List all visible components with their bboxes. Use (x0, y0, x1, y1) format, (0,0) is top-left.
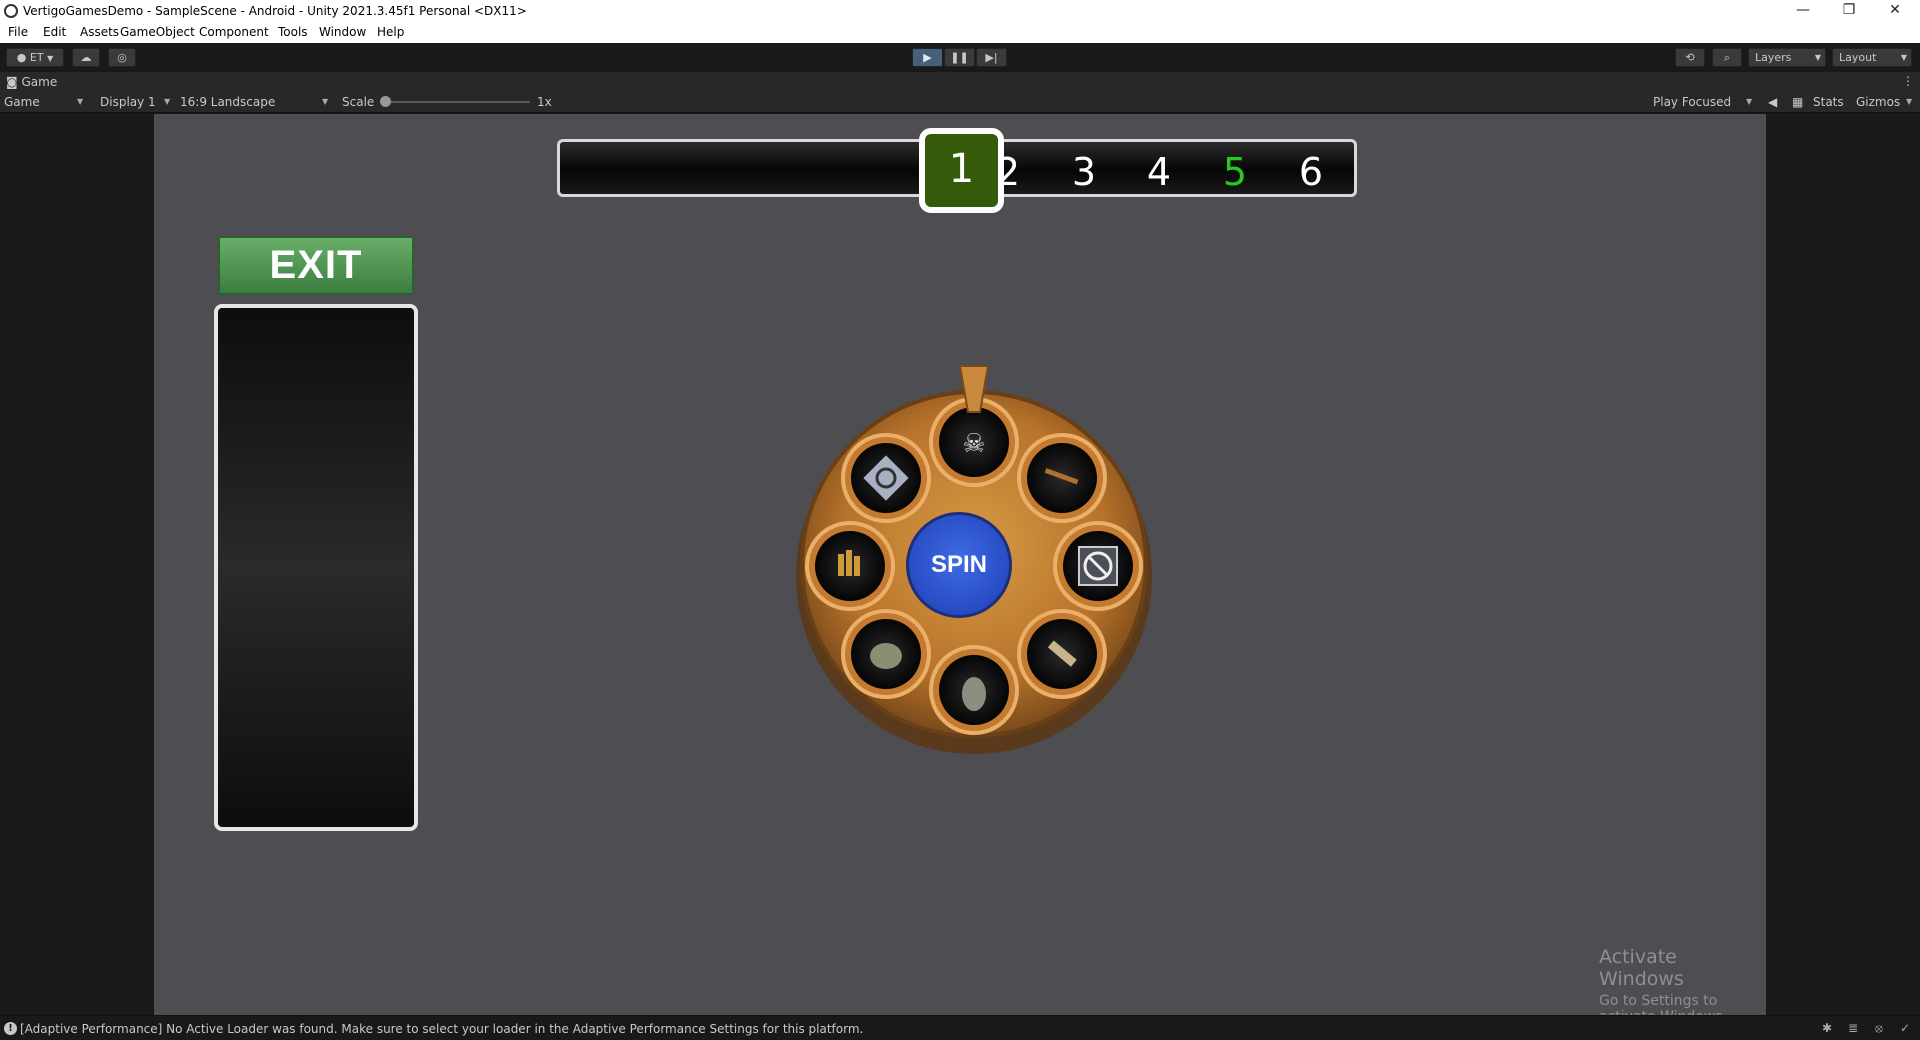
grenade-icon (870, 643, 902, 669)
collab-icon: ◎ (117, 51, 127, 64)
chevron-down-icon: ▼ (1814, 53, 1821, 62)
exit-button[interactable]: EXIT (218, 236, 414, 295)
wheel-slot (1017, 609, 1107, 699)
cloud-button[interactable]: ☁ (72, 48, 100, 67)
panel-tab-strip: ◙ Game ⋮ (0, 72, 1920, 91)
mute-audio-icon[interactable]: ◀ (1768, 95, 1777, 109)
scale-label: Scale (342, 95, 375, 109)
wheel-slot (805, 521, 895, 611)
scale-value: 1x (537, 95, 552, 109)
keyboard-icon[interactable]: ▦ (1792, 95, 1803, 109)
chevron-down-icon: ▼ (1746, 97, 1753, 106)
menu-window[interactable]: Window (319, 25, 366, 39)
level-number-highlight: 5 (1222, 150, 1248, 194)
chevron-down-icon: ▼ (47, 54, 54, 63)
search-button[interactable]: ⌕ (1712, 48, 1742, 67)
play-focused-dropdown[interactable]: Play Focused (1653, 95, 1731, 109)
layout-label: Layout (1839, 51, 1877, 64)
network-icon[interactable]: ⦻ (1872, 1021, 1886, 1035)
cloud-icon: ☁ (80, 51, 92, 64)
menu-file[interactable]: File (8, 25, 28, 39)
main-toolbar: ● ET ▼ ☁ ◎ ▶ ❚❚ ▶| ⟲ ⌕ Layers ▼ Layout ▼ (0, 43, 1920, 72)
stats-button[interactable]: Stats (1813, 95, 1844, 109)
chevron-down-icon: ▼ (1900, 53, 1907, 62)
wheel-slot (1053, 521, 1143, 611)
chevron-down-icon: ▼ (1906, 97, 1913, 106)
watermark-subtitle: Go to Settings to activate Windows. (1599, 993, 1727, 1015)
current-level-indicator: 1 (919, 128, 1004, 213)
more-options-icon[interactable]: ⋮ (1902, 74, 1914, 88)
level-number: 3 (1071, 150, 1097, 194)
window-title: VertigoGamesDemo - SampleScene - Android… (23, 4, 527, 18)
account-button[interactable]: ● ET ▼ (6, 48, 64, 67)
wheel-slot (1017, 433, 1107, 523)
viewport-letterbox-left (0, 114, 154, 1015)
search-icon: ⌕ (1723, 51, 1731, 64)
scale-slider-handle[interactable] (380, 96, 391, 107)
console-message[interactable]: [Adaptive Performance] No Active Loader … (20, 1022, 863, 1036)
aspect-dropdown[interactable]: 16:9 Landscape (180, 95, 275, 109)
chevron-down-icon: ▼ (164, 97, 171, 106)
pause-button[interactable]: ❚❚ (944, 48, 975, 67)
history-icon: ⟲ (1685, 51, 1695, 64)
gizmos-button[interactable]: Gizmos (1856, 95, 1900, 109)
spin-button[interactable]: SPIN (906, 512, 1012, 618)
chevron-down-icon: ▼ (77, 97, 84, 106)
rewards-panel (214, 304, 418, 831)
game-viewport: 1 2 3 4 5 6 1 EXIT ☠ (154, 114, 1766, 1015)
bug-icon[interactable]: ✱ (1820, 1021, 1834, 1035)
menu-gameobject[interactable]: GameObject (120, 25, 195, 39)
wheel-slot (841, 609, 931, 699)
menu-edit[interactable]: Edit (43, 25, 66, 39)
tab-game-label: Game (21, 75, 58, 89)
info-icon: ! (4, 1022, 17, 1035)
title-bar: VertigoGamesDemo - SampleScene - Android… (0, 0, 1920, 22)
menu-assets[interactable]: Assets (80, 25, 119, 39)
activation-watermark: Activate Windows Go to Settings to activ… (1599, 946, 1766, 1015)
scale-slider-track[interactable] (385, 101, 530, 103)
unity-logo-icon (4, 4, 18, 18)
close-button[interactable]: ✕ (1872, 2, 1918, 20)
step-button[interactable]: ▶| (976, 48, 1007, 67)
history-button[interactable]: ⟲ (1675, 48, 1705, 67)
account-label: ET (29, 51, 44, 64)
menu-help[interactable]: Help (377, 25, 404, 39)
minimize-button[interactable]: — (1780, 2, 1826, 20)
menu-bar: File Edit Assets GameObject Component To… (0, 22, 1920, 43)
cache-icon[interactable]: ≣ (1846, 1021, 1860, 1035)
wheel-slot (841, 433, 931, 523)
layers-label: Layers (1755, 51, 1792, 64)
mode-dropdown[interactable]: Game (4, 95, 40, 109)
layers-dropdown[interactable]: Layers ▼ (1748, 48, 1826, 67)
display-dropdown[interactable]: Display 1 (100, 95, 156, 109)
game-view-toolbar: Game ▼ Display 1 ▼ 16:9 Landscape ▼ Scal… (0, 91, 1920, 113)
menu-tools[interactable]: Tools (278, 25, 308, 39)
layout-dropdown[interactable]: Layout ▼ (1832, 48, 1912, 67)
pause-icon: ❚❚ (950, 51, 969, 64)
chevron-down-icon: ▼ (322, 97, 329, 106)
skull-icon: ☠ (962, 429, 985, 459)
wheel-slot (929, 645, 1019, 735)
watermark-title: Activate Windows (1599, 946, 1684, 990)
step-icon: ▶| (985, 51, 998, 64)
menu-component[interactable]: Component (199, 25, 269, 39)
play-button[interactable]: ▶ (912, 48, 943, 67)
collab-button[interactable]: ◎ (108, 48, 136, 67)
level-number: 4 (1146, 150, 1172, 194)
tab-game[interactable]: ◙ Game (6, 75, 57, 89)
gamepad-icon: ◙ (6, 75, 18, 89)
status-bar: ! [Adaptive Performance] No Active Loade… (0, 1015, 1920, 1040)
ammo-icon (838, 554, 844, 576)
viewport-letterbox-right (1766, 114, 1920, 1015)
current-level-number: 1 (948, 146, 975, 192)
play-icon: ▶ (923, 51, 932, 64)
account-icon: ● (16, 51, 27, 64)
armor-icon (962, 677, 986, 711)
level-number: 6 (1298, 150, 1324, 194)
check-circle-icon[interactable]: ✓ (1898, 1021, 1912, 1035)
restore-button[interactable]: ❐ (1826, 2, 1872, 20)
